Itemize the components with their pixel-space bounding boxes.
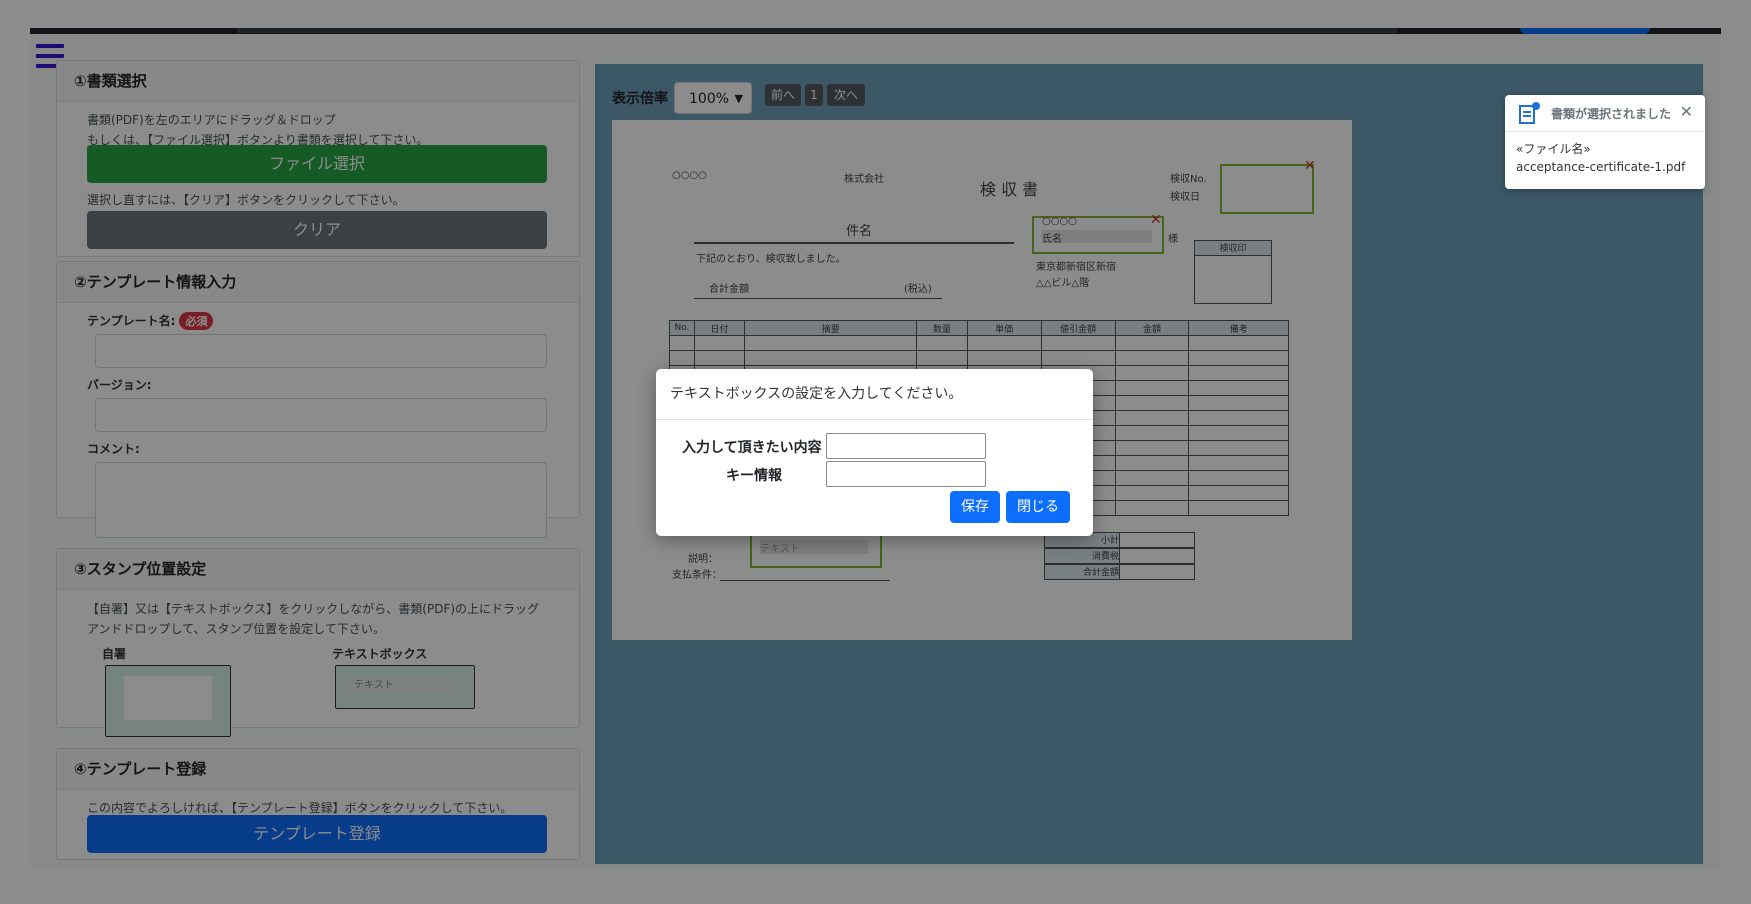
toast-body: «ファイル名» acceptance-certificate-1.pdf xyxy=(1505,132,1705,184)
notification-toast: 書類が選択されました ✕ «ファイル名» acceptance-certific… xyxy=(1505,95,1705,189)
content-input[interactable] xyxy=(826,433,986,459)
toast-file-label: «ファイル名» xyxy=(1516,142,1591,156)
key-label: キー情報 xyxy=(726,468,782,484)
close-icon[interactable]: ✕ xyxy=(1680,102,1693,121)
modal-title: テキストボックスの設定を入力してください。 xyxy=(656,369,1093,420)
save-button[interactable]: 保存 xyxy=(950,491,1000,523)
textbox-settings-modal: テキストボックスの設定を入力してください。 入力して頂きたい内容 キー情報 保存… xyxy=(656,369,1093,536)
key-input[interactable] xyxy=(826,461,986,487)
content-label: 入力して頂きたい内容 xyxy=(682,440,822,456)
close-button[interactable]: 閉じる xyxy=(1006,491,1070,523)
document-add-icon xyxy=(1519,102,1540,124)
toast-file-name: acceptance-certificate-1.pdf xyxy=(1516,160,1686,174)
toast-header: 書類が選択されました ✕ xyxy=(1505,95,1705,132)
toast-title: 書類が選択されました xyxy=(1551,107,1672,121)
